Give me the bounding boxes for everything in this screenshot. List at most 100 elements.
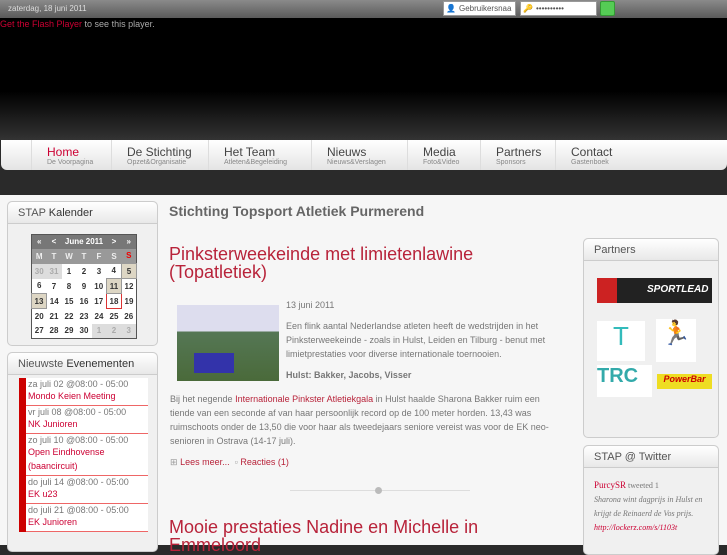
calendar-day[interactable]: 26	[122, 309, 137, 324]
current-date: zaterdag, 18 juni 2011	[8, 4, 87, 13]
nav-item-media[interactable]: Media Foto&Video	[407, 140, 480, 170]
event-link[interactable]: EK u23	[28, 487, 146, 501]
calendar-day[interactable]: 9	[77, 279, 92, 294]
prev-month-button[interactable]: <	[46, 234, 62, 249]
event-date: vr juli 08 @08:00 - 05:00	[28, 407, 127, 417]
event-link[interactable]: Mondo Keien Meeting	[28, 389, 146, 403]
login-lock-button[interactable]	[600, 1, 615, 16]
comment-icon: ▫	[234, 457, 238, 467]
nav-sublabel: De Voorpagina	[47, 159, 94, 166]
calendar-day[interactable]: 6	[32, 279, 47, 294]
calendar-day[interactable]: 2	[77, 264, 92, 279]
calendar-day[interactable]: 17	[92, 294, 107, 309]
calendar-day[interactable]: 22	[62, 309, 77, 324]
trc-logo[interactable]: TRC	[597, 365, 652, 397]
events-box: Nieuwste Evenementen za juli 02 @08:00 -…	[7, 352, 158, 552]
calendar-day[interactable]: 15	[62, 294, 77, 309]
event-link[interactable]: EK Junioren	[28, 515, 146, 529]
article-title[interactable]: Pinksterweekeinde met limietenlawine (To…	[169, 245, 575, 281]
powerbar-logo[interactable]: PowerBar	[657, 374, 712, 389]
username-input[interactable]: 👤 Gebruikersnaa	[443, 1, 516, 16]
expand-icon: ⊞	[170, 457, 178, 467]
calendar-day[interactable]: 30	[31, 263, 47, 279]
calendar-day[interactable]: 27	[32, 324, 47, 339]
calendar-day[interactable]: 12	[122, 279, 137, 294]
calendar-day[interactable]: 28	[47, 324, 62, 339]
read-more-link[interactable]: Lees meer...	[180, 457, 230, 467]
password-input[interactable]: 🔑 ••••••••••	[520, 1, 597, 16]
prev-year-button[interactable]: «	[31, 234, 47, 249]
calendar-day[interactable]: 1	[62, 264, 77, 279]
calendar-day[interactable]: 20	[32, 309, 47, 324]
calendar-day[interactable]: 19	[122, 294, 137, 309]
nav-item-partners[interactable]: Partners Sponsors	[480, 140, 555, 170]
calendar-day[interactable]: 11	[106, 278, 122, 294]
nav-label: Het Team	[224, 145, 276, 159]
partners-box: Partners SPORTLEAD T 🏃 TRC PowerBar	[583, 238, 719, 438]
nav-label: Partners	[496, 145, 542, 159]
title-b: Kalender	[48, 207, 93, 219]
event-date: zo juli 10 @08:00 - 05:00	[28, 435, 129, 445]
calendar-day[interactable]: 21	[47, 309, 62, 324]
calendar-day[interactable]: 14	[47, 294, 62, 309]
weekday-label: S	[121, 248, 137, 264]
calendar-day[interactable]: 4	[107, 264, 122, 279]
calendar-day[interactable]: 25	[107, 309, 122, 324]
title-a: Nieuwste	[18, 358, 64, 370]
title-a: STAP	[18, 207, 46, 219]
get-flash-link[interactable]: Get the Flash Player	[0, 19, 82, 29]
event-link[interactable]: NK Junioren	[28, 417, 146, 431]
flash-banner: Get the Flash Player to see this player.	[0, 18, 727, 140]
nav-item-het-team[interactable]: Het Team Atleten&Begeleiding	[208, 140, 311, 170]
calendar-day[interactable]: 13	[31, 293, 47, 309]
nav-sublabel: Gastenboek	[571, 159, 609, 166]
nav-item-contact[interactable]: Contact Gastenboek	[555, 140, 630, 170]
calendar-day[interactable]: 10	[92, 279, 107, 294]
partners-header: Partners	[584, 239, 718, 261]
weekday-label: T	[46, 248, 62, 264]
nav-item-de-stichting[interactable]: De Stichting Opzet&Organisatie	[111, 140, 208, 170]
calendar-day[interactable]: 1	[91, 323, 107, 339]
calendar-day[interactable]: 16	[77, 294, 92, 309]
weekday-label: F	[91, 248, 107, 264]
gala-link[interactable]: Internationale Pinkster Atletiekgala	[235, 394, 373, 404]
calendar-day[interactable]: 29	[62, 324, 77, 339]
calendar-day[interactable]: 31	[46, 263, 62, 279]
calendar-day[interactable]: 3	[121, 323, 137, 339]
content-area: STAP Kalender «< June 2011 >» M T W T F S S 30 31 1…	[0, 195, 727, 555]
username-placeholder: Gebruikersnaa	[458, 4, 512, 13]
article-subheading: Hulst: Bakker, Jacobs, Visser	[286, 370, 412, 380]
calendar-month: June 2011	[61, 234, 107, 249]
calendar-day[interactable]: 8	[62, 279, 77, 294]
calendar-day[interactable]: 30	[77, 324, 92, 339]
calendar-day[interactable]: 18	[106, 293, 122, 309]
comments-link[interactable]: Reacties (1)	[240, 457, 289, 467]
twitter-header: STAP @ Twitter	[584, 446, 718, 468]
events-list: za juli 02 @08:00 - 05:00 Mondo Keien Mee…	[19, 378, 148, 532]
article-title[interactable]: Mooie prestaties Nadine en Michelle in E…	[169, 518, 499, 554]
calendar-day[interactable]: 3	[92, 264, 107, 279]
tweet-user-link[interactable]: PurcySR	[594, 480, 626, 490]
tweet-link[interactable]: http://lockerz.com/s/1103t	[594, 523, 677, 532]
nav-label: Nieuws	[327, 145, 367, 159]
twitter-box: STAP @ Twitter PurcySR tweeted 1 Sharona …	[583, 445, 719, 555]
athlete-logo[interactable]: 🏃	[656, 319, 696, 362]
divider	[290, 487, 470, 494]
sportlead-logo[interactable]: SPORTLEAD	[597, 278, 712, 303]
nav-label: Contact	[571, 145, 613, 159]
title-b: Evenementen	[66, 358, 135, 370]
wk-logo[interactable]: T	[597, 321, 645, 361]
calendar-day[interactable]: 2	[106, 323, 122, 339]
next-month-button[interactable]: >	[106, 234, 122, 249]
calendar-day[interactable]: 5	[121, 263, 137, 279]
main-nav: Home De Voorpagina De Stichting Opzet&Organ…	[1, 140, 727, 170]
nav-item-nieuws[interactable]: Nieuws Nieuws&Verslagen	[311, 140, 407, 170]
event-link[interactable]: Open Eindhovense (baancircuit)	[28, 445, 146, 473]
calendar-day[interactable]: 23	[77, 309, 92, 324]
calendar-day[interactable]: 7	[47, 279, 62, 294]
key-icon: 🔑	[523, 4, 533, 13]
nav-item-home[interactable]: Home De Voorpagina	[31, 140, 111, 170]
event-item: do juli 21 @08:00 - 05:00 EK Junioren	[26, 504, 148, 532]
next-year-button[interactable]: »	[121, 234, 137, 249]
calendar-day[interactable]: 24	[92, 309, 107, 324]
